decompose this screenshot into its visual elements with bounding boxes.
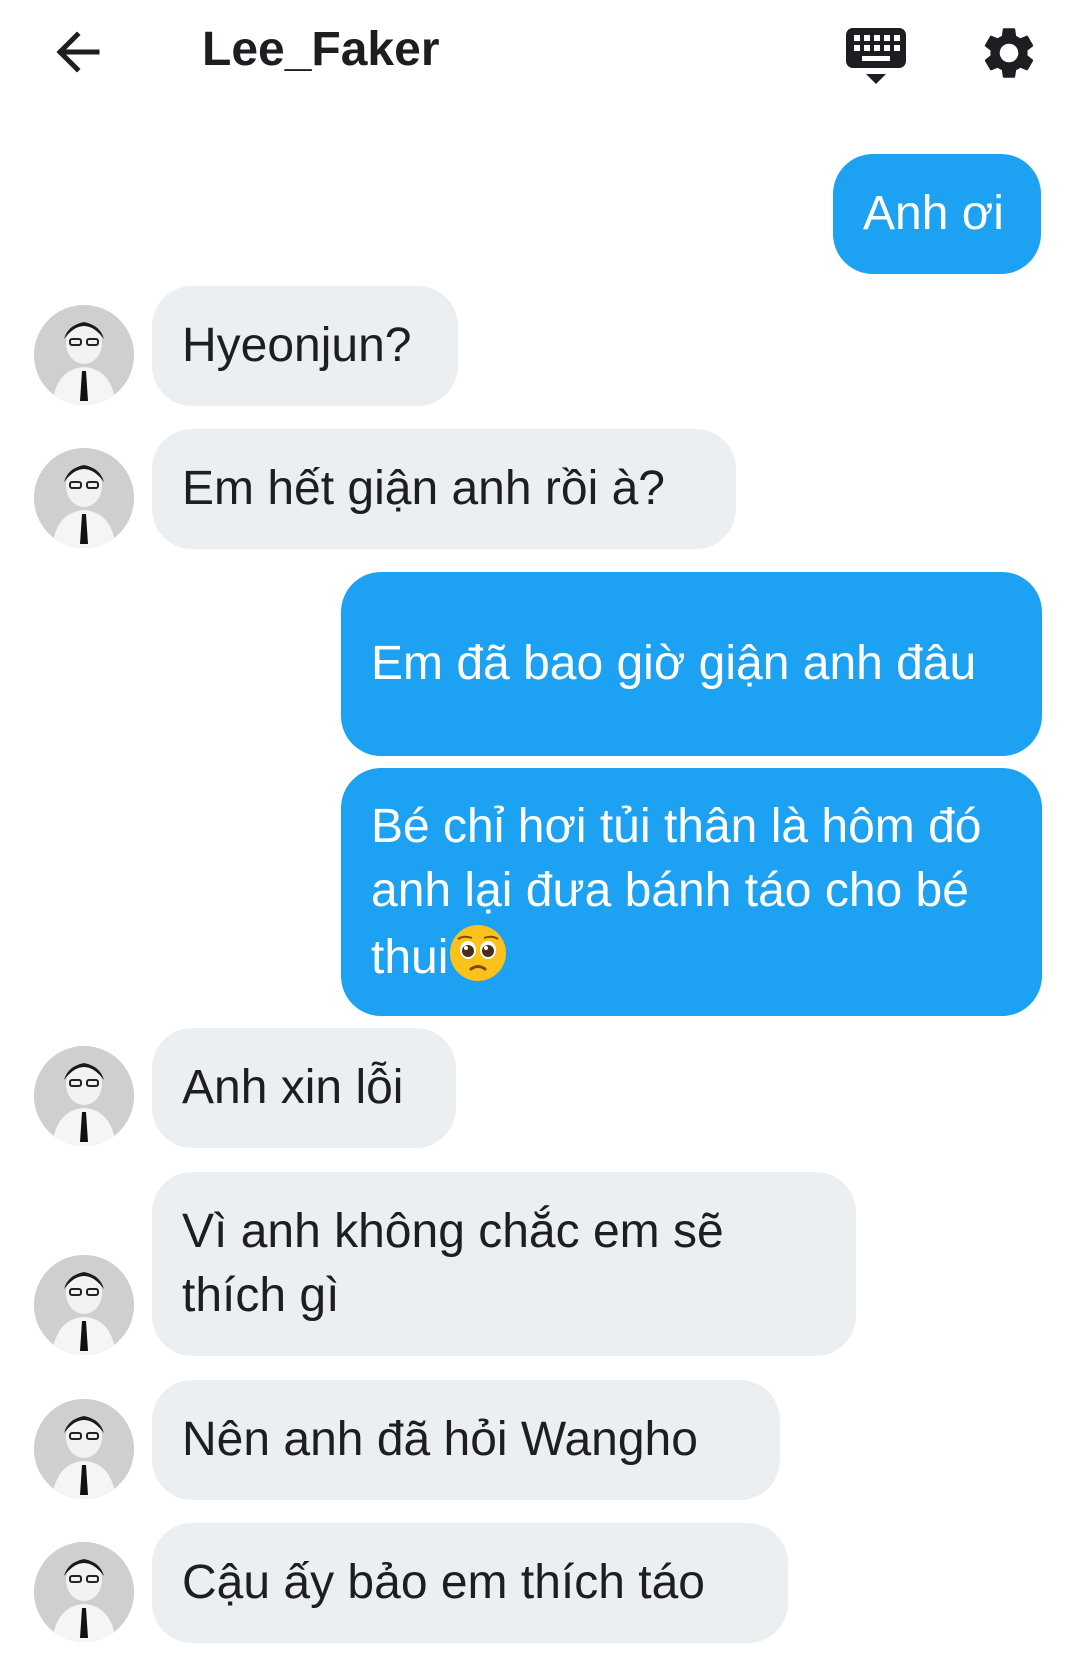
message-bubble-incoming[interactable]: Anh xin lỗi [152, 1028, 456, 1148]
avatar[interactable] [34, 1399, 134, 1499]
settings-button[interactable] [978, 22, 1040, 84]
message-bubble-incoming[interactable]: Cậu ấy bảo em thích táo [152, 1523, 788, 1643]
keyboard-icon [846, 28, 906, 84]
message-text: Hyeonjun? [182, 319, 412, 372]
message-bubble-incoming[interactable]: Hyeonjun? [152, 286, 458, 406]
conversation-title: Lee_Faker [202, 23, 440, 76]
avatar-photo [34, 305, 134, 405]
avatar-photo [34, 1255, 134, 1355]
message-bubble-outgoing[interactable]: Anh ơi [833, 154, 1041, 274]
message-text: Em hết giận anh rồi à? [182, 462, 665, 515]
message-text: Anh ơi [863, 187, 1004, 240]
avatar[interactable] [34, 1542, 134, 1642]
message-text: Vì anh không chắc em sẽ thích gì [182, 1205, 738, 1322]
avatar[interactable] [34, 305, 134, 405]
message-text: Em đã bao giờ giận anh đâu [371, 637, 977, 690]
avatar[interactable] [34, 448, 134, 548]
avatar[interactable] [34, 1046, 134, 1146]
back-button[interactable] [46, 20, 110, 84]
message-text: Nên anh đã hỏi Wangho [182, 1413, 698, 1466]
chat-header: Lee_Faker [0, 0, 1080, 108]
pleading-face-emoji [450, 924, 507, 981]
avatar-photo [34, 1046, 134, 1146]
avatar-photo [34, 1542, 134, 1642]
arrow-left-icon [56, 31, 100, 73]
avatar-photo [34, 1399, 134, 1499]
gear-icon [984, 28, 1034, 78]
keyboard-button[interactable] [844, 24, 908, 88]
message-bubble-outgoing[interactable]: Em đã bao giờ giận anh đâu [341, 572, 1042, 756]
message-bubble-outgoing[interactable]: Bé chỉ hơi tủi thân là hôm đó anh lại đư… [341, 768, 1042, 1016]
message-bubble-incoming[interactable]: Nên anh đã hỏi Wangho [152, 1380, 780, 1500]
avatar-photo [34, 448, 134, 548]
message-text: Anh xin lỗi [182, 1061, 404, 1114]
message-text: Bé chỉ hơi tủi thân là hôm đó anh lại đư… [371, 795, 1012, 990]
avatar[interactable] [34, 1255, 134, 1355]
message-bubble-incoming[interactable]: Em hết giận anh rồi à? [152, 429, 736, 549]
message-bubble-incoming[interactable]: Vì anh không chắc em sẽ thích gì [152, 1172, 856, 1356]
message-text: Cậu ấy bảo em thích táo [182, 1556, 705, 1609]
